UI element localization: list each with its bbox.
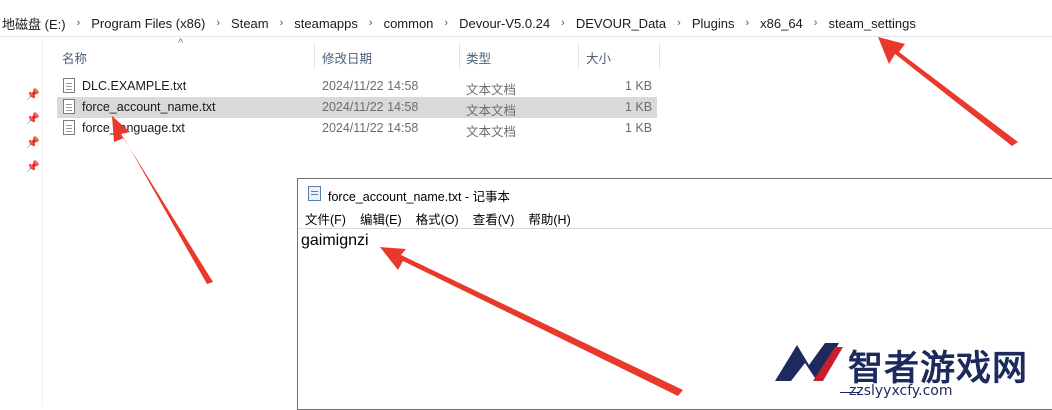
notepad-menu-bar: 文件(F) 编辑(E) 格式(O) 查看(V) 帮助(H) [298,208,1052,228]
text-file-icon [63,99,75,114]
arrow-to-folder-icon [878,37,1018,146]
file-size: 1 KB [625,100,653,114]
chevron-right-icon: › [677,17,681,29]
breadcrumb-item-steam[interactable]: Steam [229,16,271,31]
breadcrumb-item-common[interactable]: common [382,16,436,31]
column-divider[interactable] [659,42,660,70]
chevron-right-icon: › [368,17,373,29]
menu-edit[interactable]: 编辑(E) [353,209,409,228]
breadcrumb-item-program-files[interactable]: Program Files (x86) [89,16,207,31]
notepad-icon[interactable] [308,186,321,201]
file-row-selected[interactable]: force_account_name.txt 2024/11/22 14:58 … [57,97,657,118]
menu-help[interactable]: 帮助(H) [521,209,577,228]
pin-icon[interactable]: 📌 [26,161,40,173]
column-divider[interactable] [314,42,315,70]
file-name: force_account_name.txt [82,100,216,114]
file-modified: 2024/11/22 14:58 [322,79,419,93]
text-file-icon [63,120,75,135]
file-modified: 2024/11/22 14:58 [322,100,419,114]
file-size: 1 KB [625,79,653,93]
breadcrumb-item-plugins[interactable]: Plugins [690,16,737,31]
pin-icon[interactable]: 📌 [26,137,40,149]
menu-format[interactable]: 格式(O) [409,209,466,228]
file-row[interactable]: DLC.EXAMPLE.txt 2024/11/22 14:58 文本文档 1 … [57,76,657,97]
file-row[interactable]: force_language.txt 2024/11/22 14:58 文本文档… [57,118,657,139]
watermark-logo-icon [775,343,843,381]
quick-access-pane: 📌 📌 📌 📌 [0,37,43,405]
column-divider[interactable] [459,42,460,70]
menu-file[interactable]: 文件(F) [298,209,353,228]
notepad-title: force_account_name.txt - 记事本 [328,190,511,204]
file-type: 文本文档 [466,125,517,139]
file-name: force_language.txt [82,121,185,135]
chevron-right-icon: › [561,17,565,29]
breadcrumb-item-devour[interactable]: Devour-V5.0.24 [457,16,552,31]
breadcrumb-item-x86-64[interactable]: x86_64 [758,16,805,31]
menu-view[interactable]: 查看(V) [466,209,522,228]
file-type: 文本文档 [466,104,517,118]
file-type: 文本文档 [466,83,517,97]
chevron-right-icon: › [745,17,750,29]
text-file-icon [63,78,75,93]
breadcrumb-item-drive[interactable]: 地磁盘 (E:) [0,14,68,33]
arrow-to-file-icon [112,116,213,284]
pin-icon[interactable]: 📌 [26,113,40,125]
notepad-title-bar[interactable]: force_account_name.txt - 记事本 [298,179,1052,208]
file-modified: 2024/11/22 14:58 [322,121,419,135]
column-divider[interactable] [578,42,579,70]
pin-icon[interactable]: 📌 [26,89,40,101]
breadcrumb-item-devour-data[interactable]: DEVOUR_Data [574,16,668,31]
column-header-size[interactable]: 大小 [586,42,646,72]
notepad-content[interactable]: gaimignzi [301,232,369,250]
breadcrumb-item-steam-settings[interactable]: steam_settings [826,16,917,31]
chevron-right-icon: › [813,17,818,29]
address-bar[interactable]: 地磁盘 (E:) › Program Files (x86) › Steam ›… [0,0,1052,37]
breadcrumb: 地磁盘 (E:) › Program Files (x86) › Steam ›… [0,13,918,33]
chevron-right-icon: › [216,17,221,29]
column-header-type[interactable]: 类型 [466,42,566,72]
chevron-right-icon: › [444,17,449,29]
file-name: DLC.EXAMPLE.txt [82,79,187,93]
column-header-modified[interactable]: 修改日期 [322,42,452,72]
chevron-right-icon: › [76,17,81,29]
watermark-url: zzslyyxcfy.com [849,383,953,399]
column-header-name[interactable]: 名称 [62,42,312,72]
breadcrumb-item-steamapps[interactable]: steamapps [292,16,360,31]
file-size: 1 KB [625,121,653,135]
chevron-right-icon: › [279,17,284,29]
